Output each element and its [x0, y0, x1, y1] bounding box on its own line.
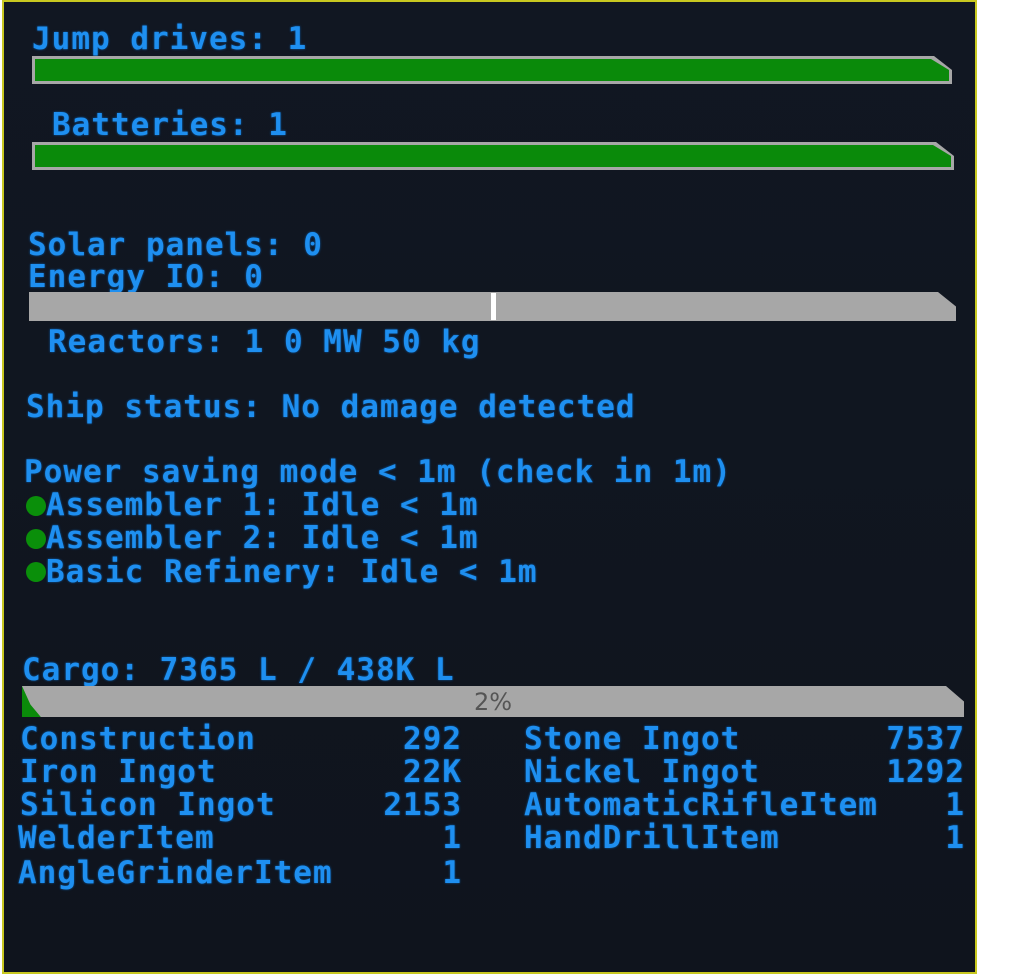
- cargo-percent: 2%: [473, 688, 513, 716]
- solar-panels-label: Solar panels: 0: [28, 227, 323, 263]
- inventory-left-amount: 22K: [403, 754, 462, 790]
- batteries-bar: [32, 142, 954, 170]
- inventory-right-name: Stone Ingot: [524, 721, 741, 757]
- energy-io-marker: [491, 293, 496, 320]
- jump-drives-bar-fill: [35, 59, 949, 81]
- inventory-right-amount: 1: [945, 787, 965, 823]
- assembler-1-status-dot: [26, 496, 46, 516]
- inventory-right-amount: 1292: [886, 754, 965, 790]
- power-saving-label: Power saving mode < 1m (check in 1m): [24, 454, 732, 490]
- inventory-left-name: Iron Ingot: [20, 754, 217, 790]
- inventory-left-amount: 1: [442, 855, 462, 891]
- assembler-1-label: Assembler 1: Idle < 1m: [46, 487, 479, 523]
- inventory-left-name: WelderItem: [18, 820, 215, 856]
- inventory-right-amount: 7537: [886, 721, 965, 757]
- inventory-left-name: AngleGrinderItem: [18, 855, 333, 891]
- jump-drives-label: Jump drives: 1: [32, 21, 308, 57]
- inventory-left-amount: 2153: [383, 787, 462, 823]
- inventory-right-name: Nickel Ingot: [524, 754, 760, 790]
- energy-io-label: Energy IO: 0: [28, 259, 264, 295]
- inventory-left-name: Construction: [20, 721, 256, 757]
- lcd-screen: Jump drives: 1 Batteries: 1 Solar panels…: [2, 0, 977, 974]
- reactors-label: Reactors: 1 0 MW 50 kg: [48, 324, 481, 360]
- inventory-left-amount: 292: [403, 721, 462, 757]
- energy-io-bar: [29, 292, 956, 321]
- cargo-label: Cargo: 7365 L / 438K L: [22, 652, 455, 688]
- jump-drives-bar: [32, 56, 952, 84]
- assembler-2-label: Assembler 2: Idle < 1m: [46, 520, 479, 556]
- cargo-bar: 2%: [22, 686, 964, 717]
- inventory-right-amount: 1: [945, 820, 965, 856]
- refinery-label: Basic Refinery: Idle < 1m: [46, 554, 538, 590]
- inventory-left-amount: 1: [442, 820, 462, 856]
- batteries-bar-fill: [35, 145, 951, 167]
- inventory-right-name: AutomaticRifleItem: [524, 787, 878, 823]
- batteries-label: Batteries: 1: [52, 107, 288, 143]
- refinery-status-dot: [26, 562, 46, 582]
- assembler-2-status-dot: [26, 529, 46, 549]
- ship-status-label: Ship status: No damage detected: [26, 389, 636, 425]
- inventory-left-name: Silicon Ingot: [20, 787, 276, 823]
- inventory-right-name: HandDrillItem: [524, 820, 780, 856]
